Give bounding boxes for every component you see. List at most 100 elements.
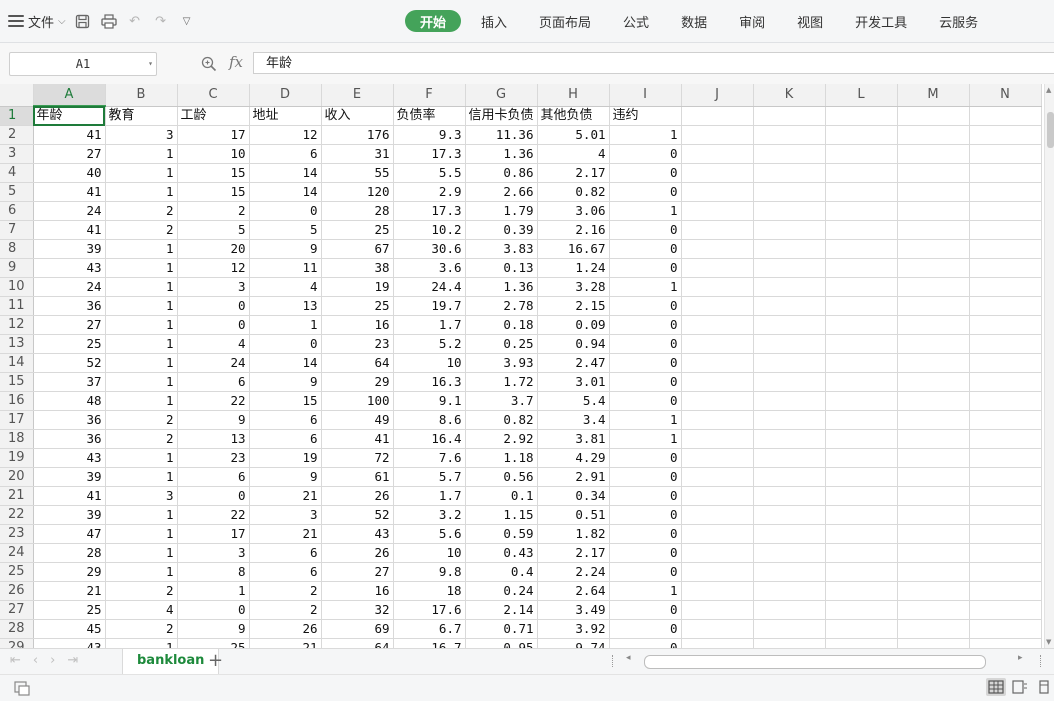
row-header[interactable]: 13 bbox=[0, 334, 34, 354]
cell[interactable]: 1.15 bbox=[465, 505, 538, 525]
cell[interactable]: 2.64 bbox=[537, 581, 610, 601]
cell[interactable] bbox=[969, 638, 1042, 648]
cell[interactable]: 14 bbox=[249, 163, 322, 183]
first-sheet-icon[interactable]: ⇤ bbox=[10, 653, 21, 668]
cell[interactable]: 5 bbox=[177, 220, 250, 240]
cell[interactable] bbox=[825, 144, 898, 164]
cell[interactable]: 24 bbox=[177, 353, 250, 373]
cell[interactable]: 41 bbox=[33, 182, 106, 202]
cell[interactable]: 45 bbox=[33, 619, 106, 639]
cell[interactable] bbox=[969, 296, 1042, 316]
cell[interactable] bbox=[969, 410, 1042, 430]
cell[interactable]: 16.3 bbox=[393, 372, 466, 392]
cell[interactable]: 0.43 bbox=[465, 543, 538, 563]
cell[interactable] bbox=[969, 600, 1042, 620]
cell[interactable]: 0.82 bbox=[465, 410, 538, 430]
cell[interactable]: 0 bbox=[177, 600, 250, 620]
cell[interactable]: 22 bbox=[177, 391, 250, 411]
cell[interactable] bbox=[969, 448, 1042, 468]
cell[interactable] bbox=[753, 486, 826, 506]
cell[interactable]: 5.6 bbox=[393, 524, 466, 544]
cell[interactable] bbox=[897, 619, 970, 639]
cell[interactable] bbox=[897, 581, 970, 601]
cell[interactable]: 49 bbox=[321, 410, 394, 430]
cell[interactable] bbox=[897, 391, 970, 411]
cell[interactable]: 1 bbox=[105, 467, 178, 487]
cell[interactable] bbox=[753, 144, 826, 164]
cell[interactable]: 2.91 bbox=[537, 467, 610, 487]
cell[interactable]: 3.06 bbox=[537, 201, 610, 221]
cell[interactable]: 9.3 bbox=[393, 125, 466, 145]
cell[interactable] bbox=[753, 201, 826, 221]
cell[interactable] bbox=[897, 562, 970, 582]
cell[interactable]: 0.34 bbox=[537, 486, 610, 506]
cell[interactable] bbox=[681, 106, 754, 126]
cell[interactable]: 4 bbox=[177, 334, 250, 354]
cell[interactable]: 11.36 bbox=[465, 125, 538, 145]
cell[interactable] bbox=[681, 258, 754, 278]
cell[interactable] bbox=[969, 391, 1042, 411]
cell[interactable]: 11 bbox=[249, 258, 322, 278]
row-header[interactable]: 15 bbox=[0, 372, 34, 392]
cell[interactable]: 1 bbox=[249, 315, 322, 335]
cell[interactable]: 15 bbox=[249, 391, 322, 411]
cell[interactable]: 9 bbox=[249, 467, 322, 487]
cell[interactable] bbox=[825, 239, 898, 259]
cell[interactable]: 6 bbox=[249, 410, 322, 430]
cell[interactable]: 41 bbox=[33, 220, 106, 240]
row-header[interactable]: 23 bbox=[0, 524, 34, 544]
cell[interactable]: 43 bbox=[33, 638, 106, 648]
cell[interactable]: 1 bbox=[105, 315, 178, 335]
cell[interactable] bbox=[681, 334, 754, 354]
cell[interactable] bbox=[825, 182, 898, 202]
cell[interactable]: 1 bbox=[105, 562, 178, 582]
scroll-up-icon[interactable]: ▲ bbox=[1046, 86, 1051, 94]
cell[interactable]: 37 bbox=[33, 372, 106, 392]
cell[interactable]: 22 bbox=[177, 505, 250, 525]
cell[interactable]: 61 bbox=[321, 467, 394, 487]
cell[interactable]: 1 bbox=[609, 201, 682, 221]
cell[interactable]: 工龄 bbox=[177, 106, 250, 126]
cell[interactable] bbox=[825, 201, 898, 221]
cell[interactable]: 39 bbox=[33, 239, 106, 259]
cell[interactable] bbox=[897, 163, 970, 183]
cell[interactable]: 0 bbox=[609, 391, 682, 411]
cell[interactable]: 0 bbox=[609, 334, 682, 354]
cell[interactable] bbox=[825, 638, 898, 648]
ribbon-tab-2[interactable]: 页面布局 bbox=[527, 10, 603, 32]
cell[interactable]: 14 bbox=[249, 182, 322, 202]
cell[interactable]: 2 bbox=[105, 581, 178, 601]
cell[interactable]: 1 bbox=[609, 277, 682, 297]
row-header[interactable]: 26 bbox=[0, 581, 34, 601]
cell[interactable] bbox=[681, 182, 754, 202]
cell[interactable]: 0 bbox=[177, 296, 250, 316]
cell[interactable]: 3.7 bbox=[465, 391, 538, 411]
cell[interactable] bbox=[681, 543, 754, 563]
cell[interactable]: 3.2 bbox=[393, 505, 466, 525]
cell[interactable]: 0 bbox=[609, 258, 682, 278]
cell[interactable]: 17.3 bbox=[393, 144, 466, 164]
cell[interactable] bbox=[969, 163, 1042, 183]
cell[interactable]: 1 bbox=[105, 277, 178, 297]
cell[interactable]: 0 bbox=[609, 524, 682, 544]
cell[interactable]: 25 bbox=[321, 296, 394, 316]
cell[interactable] bbox=[969, 201, 1042, 221]
cell[interactable]: 0 bbox=[609, 467, 682, 487]
cell[interactable] bbox=[825, 524, 898, 544]
row-header[interactable]: 17 bbox=[0, 410, 34, 430]
cell[interactable] bbox=[753, 562, 826, 582]
cell[interactable]: 1.82 bbox=[537, 524, 610, 544]
cell[interactable]: 0 bbox=[609, 163, 682, 183]
cell[interactable]: 1.36 bbox=[465, 144, 538, 164]
cell[interactable] bbox=[753, 619, 826, 639]
cell[interactable]: 0.82 bbox=[537, 182, 610, 202]
cell[interactable]: 16.7 bbox=[393, 638, 466, 648]
cell[interactable] bbox=[825, 334, 898, 354]
cell[interactable]: 13 bbox=[177, 429, 250, 449]
column-header-a[interactable]: A bbox=[33, 84, 106, 107]
cell[interactable]: 10.2 bbox=[393, 220, 466, 240]
cell[interactable]: 2 bbox=[105, 619, 178, 639]
ribbon-tab-0[interactable]: 开始 bbox=[405, 10, 462, 32]
row-header[interactable]: 3 bbox=[0, 144, 34, 164]
cell[interactable]: 0.94 bbox=[537, 334, 610, 354]
